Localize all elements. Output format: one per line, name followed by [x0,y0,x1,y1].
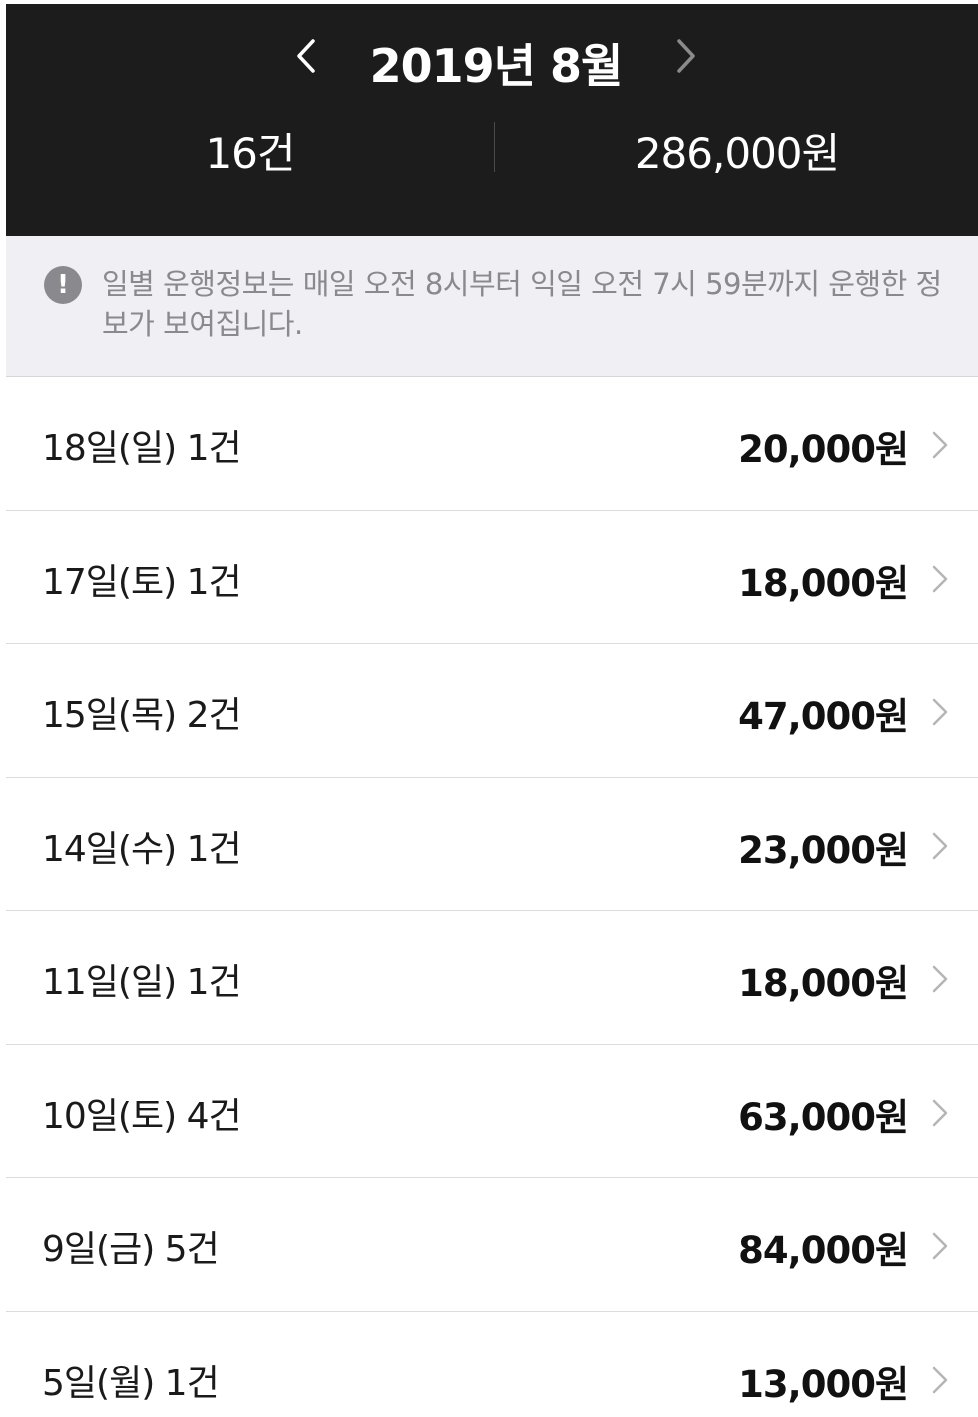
day-row[interactable]: 5일(월) 1건 13,000원 [6,1312,978,1417]
summary-divider [494,122,495,172]
day-label: 10일(토) 4건 [42,1095,242,1137]
month-summary-header: 2019년 8월 16건 286,000원 [6,4,978,236]
daily-earnings-screen: 2019년 8월 16건 286,000원 ! 일별 운행정보는 매일 오전 8… [6,4,978,1417]
chevron-left-icon [297,39,315,73]
day-row[interactable]: 10일(토) 4건 63,000원 [6,1045,978,1178]
month-title: 2019년 8월 [369,39,624,93]
day-row[interactable]: 14일(수) 1건 23,000원 [6,778,978,911]
day-amount: 47,000원 [738,695,909,738]
day-row[interactable]: 15일(목) 2건 47,000원 [6,644,978,778]
chevron-right-icon [932,431,948,459]
day-label: 17일(토) 1건 [42,561,242,603]
chevron-right-icon [932,965,948,993]
month-summary: 16건 286,000원 [6,116,978,178]
chevron-right-icon [677,39,695,73]
next-month-button[interactable] [666,36,706,76]
day-row[interactable]: 17일(토) 1건 18,000원 [6,511,978,644]
trip-count: 16건 [205,129,295,178]
day-amount: 84,000원 [738,1229,909,1272]
prev-month-button[interactable] [286,36,326,76]
day-label: 5일(월) 1건 [42,1362,220,1404]
exclamation-icon: ! [44,266,82,304]
day-amount: 23,000원 [738,828,909,872]
month-navigator: 2019년 8월 [6,22,978,93]
chevron-right-icon [932,1232,948,1260]
chevron-right-icon [932,1099,948,1126]
chevron-right-icon [932,832,948,859]
day-amount: 20,000원 [738,428,909,471]
day-amount: 13,000원 [738,1362,909,1406]
day-label: 15일(목) 2건 [42,695,242,736]
day-amount: 18,000원 [738,561,909,605]
chevron-right-icon [932,1366,948,1393]
daily-list: 18일(일) 1건 20,000원 17일(토) 1건 18,000원 15일(… [6,377,978,1417]
day-row[interactable]: 11일(일) 1건 18,000원 [6,911,978,1045]
total-amount: 286,000원 [634,129,840,178]
info-notice: ! 일별 운행정보는 매일 오전 8시부터 익일 오전 7시 59분까지 운행한… [6,236,978,377]
chevron-right-icon [932,565,948,592]
day-row[interactable]: 18일(일) 1건 20,000원 [6,377,978,511]
day-label: 18일(일) 1건 [42,428,242,469]
day-amount: 63,000원 [738,1095,909,1139]
day-label: 14일(수) 1건 [42,828,242,870]
chevron-right-icon [932,698,948,726]
day-label: 11일(일) 1건 [42,962,242,1003]
day-label: 9일(금) 5건 [42,1229,220,1270]
day-amount: 18,000원 [738,962,909,1005]
notice-text: 일별 운행정보는 매일 오전 8시부터 익일 오전 7시 59분까지 운행한 정… [102,267,942,341]
day-row[interactable]: 9일(금) 5건 84,000원 [6,1178,978,1312]
